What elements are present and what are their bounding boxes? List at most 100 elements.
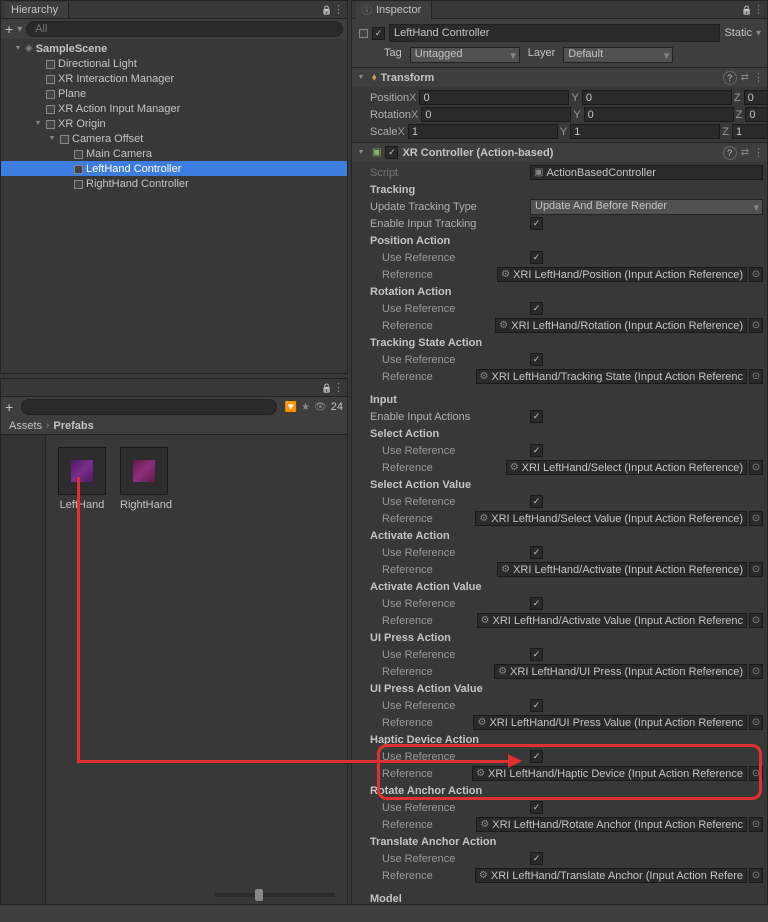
reference-field[interactable]: ⚙XRI LeftHand/UI Press (Input Action Ref… <box>494 664 747 679</box>
enable-input-tracking-checkbox[interactable] <box>530 217 543 230</box>
reference-field[interactable]: ⚙XRI LeftHand/Haptic Device (Input Actio… <box>472 766 747 781</box>
object-picker-icon[interactable] <box>749 868 763 883</box>
panel-menu-icon[interactable]: ⋮ <box>753 3 763 16</box>
slider-thumb[interactable] <box>255 889 263 901</box>
hierarchy-row[interactable]: XR Action Input Manager <box>1 101 347 116</box>
use-reference-checkbox[interactable] <box>530 648 543 661</box>
pos-y-input[interactable] <box>582 90 732 105</box>
transform-header[interactable]: ⬧ Transform ? ⇄ ⋮ <box>352 67 767 87</box>
preset-icon[interactable]: ⇄ <box>741 147 749 158</box>
use-reference-checkbox[interactable] <box>530 852 543 865</box>
object-picker-icon[interactable] <box>749 460 763 475</box>
hierarchy-row[interactable]: RightHand Controller <box>1 176 347 191</box>
create-button[interactable]: + <box>5 21 13 37</box>
breadcrumb-item[interactable]: Prefabs <box>53 420 93 432</box>
reference-field[interactable]: ⚙XRI LeftHand/Translate Anchor (Input Ac… <box>475 868 747 883</box>
help-icon[interactable]: ? <box>723 71 737 85</box>
foldout-icon[interactable] <box>33 74 43 84</box>
object-picker-icon[interactable] <box>749 664 763 679</box>
scene-row[interactable]: ◈ SampleScene <box>1 41 347 56</box>
hierarchy-row[interactable]: Directional Light <box>1 56 347 71</box>
panel-menu-icon[interactable]: ⋮ <box>333 3 343 16</box>
object-picker-icon[interactable] <box>749 511 763 526</box>
component-menu-icon[interactable]: ⋮ <box>753 71 763 84</box>
scl-x-input[interactable] <box>408 124 558 139</box>
enable-input-actions-checkbox[interactable] <box>530 410 543 423</box>
object-picker-icon[interactable] <box>749 766 763 781</box>
active-checkbox[interactable] <box>372 27 385 40</box>
use-reference-checkbox[interactable] <box>530 750 543 763</box>
lock-icon[interactable] <box>741 4 753 16</box>
reference-field[interactable]: ⚙XRI LeftHand/Tracking State (Input Acti… <box>476 369 747 384</box>
object-picker-icon[interactable] <box>749 613 763 628</box>
pos-z-input[interactable] <box>744 90 767 105</box>
use-reference-checkbox[interactable] <box>530 302 543 315</box>
hierarchy-row[interactable]: Camera Offset <box>1 131 347 146</box>
foldout-icon[interactable] <box>33 89 43 99</box>
use-reference-checkbox[interactable] <box>530 597 543 610</box>
reference-field[interactable]: ⚙XRI LeftHand/Position (Input Action Ref… <box>497 267 747 282</box>
foldout-icon[interactable] <box>33 59 43 69</box>
foldout-icon[interactable] <box>33 104 43 114</box>
reference-field[interactable]: ⚙XRI LeftHand/Rotation (Input Action Ref… <box>495 318 747 333</box>
gameobject-icon[interactable] <box>358 28 368 38</box>
reference-field[interactable]: ⚙XRI LeftHand/Activate Value (Input Acti… <box>477 613 747 628</box>
panel-menu-icon[interactable]: ⋮ <box>333 381 343 394</box>
help-icon[interactable]: ? <box>723 146 737 160</box>
component-menu-icon[interactable]: ⋮ <box>753 146 763 159</box>
foldout-icon[interactable] <box>356 73 366 83</box>
tag-dropdown[interactable]: Untagged <box>410 47 520 63</box>
foldout-icon[interactable] <box>61 179 71 189</box>
preset-icon[interactable]: ⇄ <box>741 72 749 83</box>
reference-field[interactable]: ⚙XRI LeftHand/UI Press Value (Input Acti… <box>473 715 747 730</box>
reference-field[interactable]: ⚙XRI LeftHand/Select Value (Input Action… <box>475 511 747 526</box>
foldout-icon[interactable] <box>13 44 23 54</box>
hierarchy-row[interactable]: XR Interaction Manager <box>1 71 347 86</box>
hierarchy-row[interactable]: Main Camera <box>1 146 347 161</box>
hierarchy-row[interactable]: LeftHand Controller <box>1 161 347 176</box>
lock-icon[interactable] <box>321 382 333 394</box>
foldout-icon[interactable] <box>33 119 43 129</box>
foldout-icon[interactable] <box>47 134 57 144</box>
object-picker-icon[interactable] <box>749 318 763 333</box>
use-reference-checkbox[interactable] <box>530 444 543 457</box>
rot-y-input[interactable] <box>584 107 734 122</box>
hierarchy-row[interactable]: Plane <box>1 86 347 101</box>
use-reference-checkbox[interactable] <box>530 495 543 508</box>
layer-dropdown[interactable]: Default <box>563 47 673 63</box>
object-picker-icon[interactable] <box>749 369 763 384</box>
lock-icon[interactable] <box>321 4 333 16</box>
use-reference-checkbox[interactable] <box>530 699 543 712</box>
rot-x-input[interactable] <box>421 107 571 122</box>
scl-z-input[interactable] <box>732 124 767 139</box>
component-enabled-checkbox[interactable] <box>385 146 398 159</box>
object-picker-icon[interactable] <box>749 715 763 730</box>
asset-item[interactable]: LeftHand <box>58 447 106 511</box>
create-button[interactable]: + <box>5 399 13 415</box>
thumbnail-size-slider[interactable] <box>215 893 335 897</box>
dropdown-icon[interactable]: ▾ <box>17 24 22 35</box>
project-search-input[interactable] <box>21 399 276 415</box>
breadcrumb-item[interactable]: Assets <box>9 420 42 432</box>
foldout-icon[interactable] <box>61 164 71 174</box>
rot-z-input[interactable] <box>745 107 767 122</box>
gameobject-name-input[interactable] <box>389 24 720 42</box>
object-picker-icon[interactable] <box>749 562 763 577</box>
foldout-icon[interactable] <box>356 148 366 158</box>
asset-item[interactable]: RightHand <box>120 447 168 511</box>
favorite-icon[interactable]: ★ <box>301 402 310 413</box>
hierarchy-search-input[interactable] <box>26 21 343 37</box>
use-reference-checkbox[interactable] <box>530 251 543 264</box>
project-folders[interactable] <box>1 435 46 917</box>
hidden-icon[interactable]: 👁 <box>314 402 327 413</box>
use-reference-checkbox[interactable] <box>530 546 543 559</box>
update-tracking-dropdown[interactable]: Update And Before Render <box>530 199 763 215</box>
scl-y-input[interactable] <box>570 124 720 139</box>
static-dropdown-icon[interactable]: ▾ <box>756 28 761 39</box>
hierarchy-row[interactable]: XR Origin <box>1 116 347 131</box>
reference-field[interactable]: ⚙XRI LeftHand/Activate (Input Action Ref… <box>497 562 747 577</box>
inspector-tab[interactable]: ⓘ Inspector <box>356 0 432 19</box>
hierarchy-tab[interactable]: Hierarchy <box>5 2 69 18</box>
pos-x-input[interactable] <box>419 90 569 105</box>
object-picker-icon[interactable] <box>749 817 763 832</box>
